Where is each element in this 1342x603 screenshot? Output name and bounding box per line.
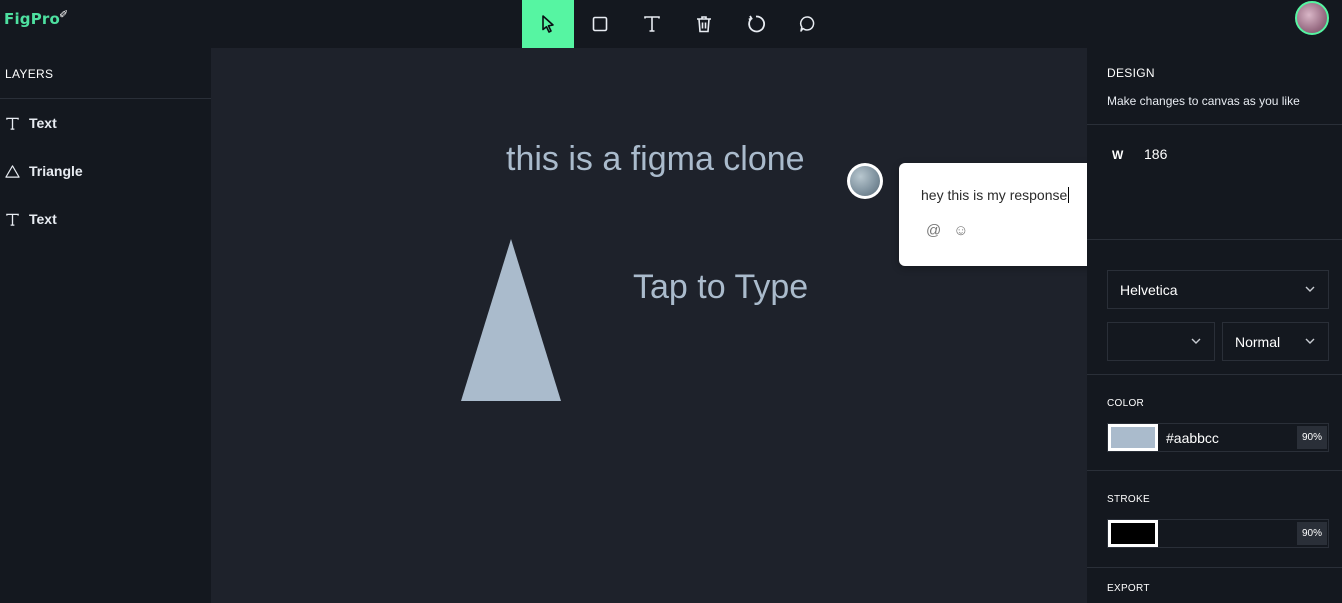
triangle-icon bbox=[5, 164, 20, 178]
emoji-icon[interactable]: ☺ bbox=[953, 222, 968, 239]
layer-item-text[interactable]: Text bbox=[0, 195, 211, 243]
layers-title: LAYERS bbox=[0, 48, 211, 99]
comment-icon bbox=[800, 16, 815, 32]
design-header: DESIGN Make changes to canvas as you lik… bbox=[1087, 48, 1342, 125]
design-panel: DESIGN Make changes to canvas as you lik… bbox=[1087, 48, 1342, 603]
layer-label: Text bbox=[29, 115, 57, 131]
comment-tool-button[interactable] bbox=[782, 0, 834, 48]
trash-icon bbox=[697, 16, 711, 33]
layer-label: Triangle bbox=[29, 163, 83, 179]
stroke-color-swatch[interactable] bbox=[1108, 520, 1158, 547]
chevron-down-icon bbox=[1305, 338, 1315, 344]
fill-opacity[interactable]: 90% bbox=[1297, 426, 1327, 449]
chevron-down-icon bbox=[1191, 338, 1201, 344]
design-title: DESIGN bbox=[1107, 66, 1155, 80]
width-label: W bbox=[1112, 148, 1124, 162]
canvas-text-object[interactable]: this is a figma clone bbox=[506, 140, 805, 179]
stroke-label: STROKE bbox=[1107, 494, 1150, 505]
color-section: COLOR #aabbcc 90% bbox=[1087, 374, 1342, 471]
layer-item-triangle[interactable]: Triangle bbox=[0, 147, 211, 195]
font-weight-select[interactable]: Normal bbox=[1222, 322, 1329, 361]
width-input[interactable]: 186 bbox=[1144, 146, 1167, 162]
at-icon[interactable]: @ bbox=[926, 222, 941, 239]
text-tool-button[interactable] bbox=[626, 0, 678, 48]
comment-input[interactable]: hey this is my response bbox=[921, 187, 1070, 203]
square-icon bbox=[592, 16, 608, 32]
design-canvas[interactable]: this is a figma clone Tap to Type bbox=[211, 48, 1087, 603]
layer-label: Text bbox=[29, 211, 57, 227]
stroke-opacity[interactable]: 90% bbox=[1297, 522, 1327, 545]
layer-item-text[interactable]: Text bbox=[0, 99, 211, 147]
toolbar bbox=[522, 0, 834, 48]
comment-author-avatar bbox=[847, 163, 883, 199]
top-navbar: FigPro✐ bbox=[0, 0, 1342, 48]
stroke-color-row: 90% bbox=[1107, 519, 1329, 548]
design-subtitle: Make changes to canvas as you like bbox=[1107, 94, 1300, 108]
user-avatar[interactable] bbox=[1295, 1, 1329, 35]
dimensions-section: W 186 bbox=[1087, 125, 1342, 240]
fill-hex-input[interactable]: #aabbcc bbox=[1166, 430, 1219, 446]
font-weight-value: Normal bbox=[1235, 333, 1281, 350]
reset-tool-button[interactable] bbox=[730, 0, 782, 48]
app-logo: FigPro✐ bbox=[4, 8, 69, 28]
stroke-section: STROKE 90% bbox=[1087, 471, 1342, 568]
chevron-down-icon bbox=[1305, 286, 1315, 292]
comment-actions: @ ☺ bbox=[926, 222, 969, 239]
sparkle-icon: ✐ bbox=[59, 8, 69, 21]
fill-color-row: #aabbcc 90% bbox=[1107, 423, 1329, 452]
text-icon bbox=[6, 117, 19, 130]
font-size-select[interactable] bbox=[1107, 322, 1215, 361]
delete-tool-button[interactable] bbox=[678, 0, 730, 48]
export-label: EXPORT bbox=[1107, 583, 1150, 594]
canvas-text-object[interactable]: Tap to Type bbox=[633, 268, 808, 307]
layers-panel: LAYERS Text Triangle Text bbox=[0, 48, 211, 603]
export-section: EXPORT bbox=[1087, 568, 1342, 603]
text-icon bbox=[644, 16, 660, 32]
color-label: COLOR bbox=[1107, 398, 1145, 409]
font-family-select[interactable]: Helvetica bbox=[1107, 270, 1329, 309]
cursor-icon bbox=[542, 15, 554, 33]
text-icon bbox=[6, 213, 19, 226]
select-tool-button[interactable] bbox=[522, 0, 574, 48]
canvas-triangle-object[interactable] bbox=[461, 239, 561, 401]
font-family-value: Helvetica bbox=[1120, 281, 1178, 298]
refresh-icon bbox=[748, 15, 765, 33]
text-caret bbox=[1068, 187, 1070, 203]
rectangle-tool-button[interactable] bbox=[574, 0, 626, 48]
fill-color-swatch[interactable] bbox=[1108, 424, 1158, 451]
